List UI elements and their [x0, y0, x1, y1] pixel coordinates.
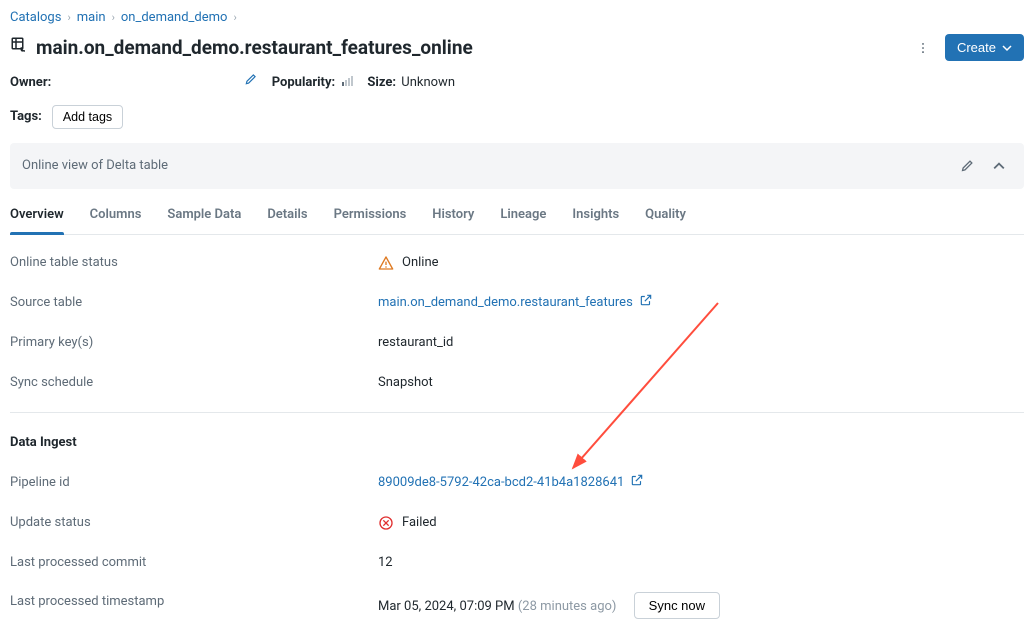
owner-label: Owner:	[10, 75, 51, 90]
popularity-sparkline-icon	[342, 74, 353, 86]
warning-triangle-icon	[378, 255, 394, 271]
tags-label: Tags:	[10, 107, 42, 127]
tab-permissions[interactable]: Permissions	[334, 195, 407, 235]
row-value-update-status: Failed	[378, 513, 1024, 533]
error-circle-icon	[378, 515, 394, 531]
page-title: main.on_demand_demo.restaurant_features_…	[36, 34, 473, 63]
row-value-last-timestamp: Mar 05, 2024, 07:09 PM (28 minutes ago) …	[378, 592, 1024, 619]
tags-row: Tags: Add tags	[10, 105, 1024, 129]
tabs: Overview Columns Sample Data Details Per…	[10, 195, 1024, 236]
chevron-down-icon	[1002, 43, 1012, 53]
edit-owner-icon[interactable]	[244, 75, 258, 90]
add-tags-button[interactable]: Add tags	[52, 105, 123, 129]
breadcrumb-main[interactable]: main	[77, 8, 106, 28]
row-value-pipeline-id: 89009de8-5792-42ca-bcd2-41b4a1828641	[378, 473, 1024, 494]
row-label-last-commit: Last processed commit	[10, 553, 378, 573]
chevron-right-icon: ›	[233, 10, 236, 27]
owner-value	[58, 72, 238, 86]
breadcrumb-schema[interactable]: on_demand_demo	[121, 8, 228, 28]
title-row: main.on_demand_demo.restaurant_features_…	[10, 34, 1024, 63]
row-value-online-status: Online	[378, 253, 1024, 273]
breadcrumb-root[interactable]: Catalogs	[10, 8, 61, 28]
row-label-update-status: Update status	[10, 513, 378, 533]
row-value-sync-schedule: Snapshot	[378, 373, 1024, 393]
pipeline-id-link[interactable]: 89009de8-5792-42ca-bcd2-41b4a1828641	[378, 473, 644, 494]
tab-quality[interactable]: Quality	[645, 195, 686, 235]
tab-overview[interactable]: Overview	[10, 195, 64, 235]
more-actions-button[interactable]	[911, 36, 935, 60]
source-table-text: main.on_demand_demo.restaurant_features	[378, 293, 633, 313]
popularity-label: Popularity:	[272, 75, 335, 90]
collapse-description-button[interactable]	[986, 153, 1012, 179]
tab-insights[interactable]: Insights	[572, 195, 619, 235]
description-text: Online view of Delta table	[22, 156, 168, 176]
edit-description-button[interactable]	[954, 153, 980, 179]
chevron-right-icon: ›	[112, 10, 115, 27]
row-label-last-timestamp: Last processed timestamp	[10, 592, 378, 619]
external-link-icon	[630, 473, 644, 494]
last-timestamp-text: Mar 05, 2024, 07:09 PM	[378, 599, 515, 614]
tab-sample-data[interactable]: Sample Data	[167, 195, 241, 235]
size-value: Unknown	[401, 75, 455, 90]
size-label: Size:	[367, 75, 396, 90]
overview-panel: Online table status Online Source table …	[10, 253, 1024, 619]
create-button[interactable]: Create	[945, 34, 1024, 61]
tab-columns[interactable]: Columns	[90, 195, 142, 235]
divider	[10, 412, 1024, 413]
last-timestamp-relative: (28 minutes ago)	[518, 599, 617, 614]
tab-details[interactable]: Details	[267, 195, 307, 235]
row-value-primary-keys: restaurant_id	[378, 333, 1024, 353]
source-table-link[interactable]: main.on_demand_demo.restaurant_features	[378, 293, 653, 314]
row-label-source-table: Source table	[10, 293, 378, 314]
create-button-label: Create	[957, 40, 996, 55]
online-status-text: Online	[402, 253, 439, 273]
pipeline-id-text: 89009de8-5792-42ca-bcd2-41b4a1828641	[378, 473, 624, 493]
row-label-primary-keys: Primary key(s)	[10, 333, 378, 353]
chevron-right-icon: ›	[67, 10, 70, 27]
update-status-text: Failed	[402, 513, 437, 533]
sync-now-button[interactable]: Sync now	[634, 592, 720, 619]
tab-lineage[interactable]: Lineage	[500, 195, 546, 235]
table-online-icon	[10, 36, 28, 61]
description-bar: Online view of Delta table	[10, 143, 1024, 189]
breadcrumb: Catalogs › main › on_demand_demo ›	[10, 8, 1024, 28]
chevron-up-icon	[993, 160, 1005, 172]
external-link-icon	[639, 293, 653, 314]
tab-history[interactable]: History	[432, 195, 474, 235]
row-value-last-commit: 12	[378, 553, 1024, 573]
row-value-source-table: main.on_demand_demo.restaurant_features	[378, 293, 1024, 314]
row-label-pipeline-id: Pipeline id	[10, 473, 378, 494]
section-data-ingest: Data Ingest	[10, 433, 1024, 453]
row-label-online-status: Online table status	[10, 253, 378, 273]
row-label-sync-schedule: Sync schedule	[10, 373, 378, 393]
meta-row: Owner: Popularity: Size: Unknown	[10, 72, 1024, 93]
